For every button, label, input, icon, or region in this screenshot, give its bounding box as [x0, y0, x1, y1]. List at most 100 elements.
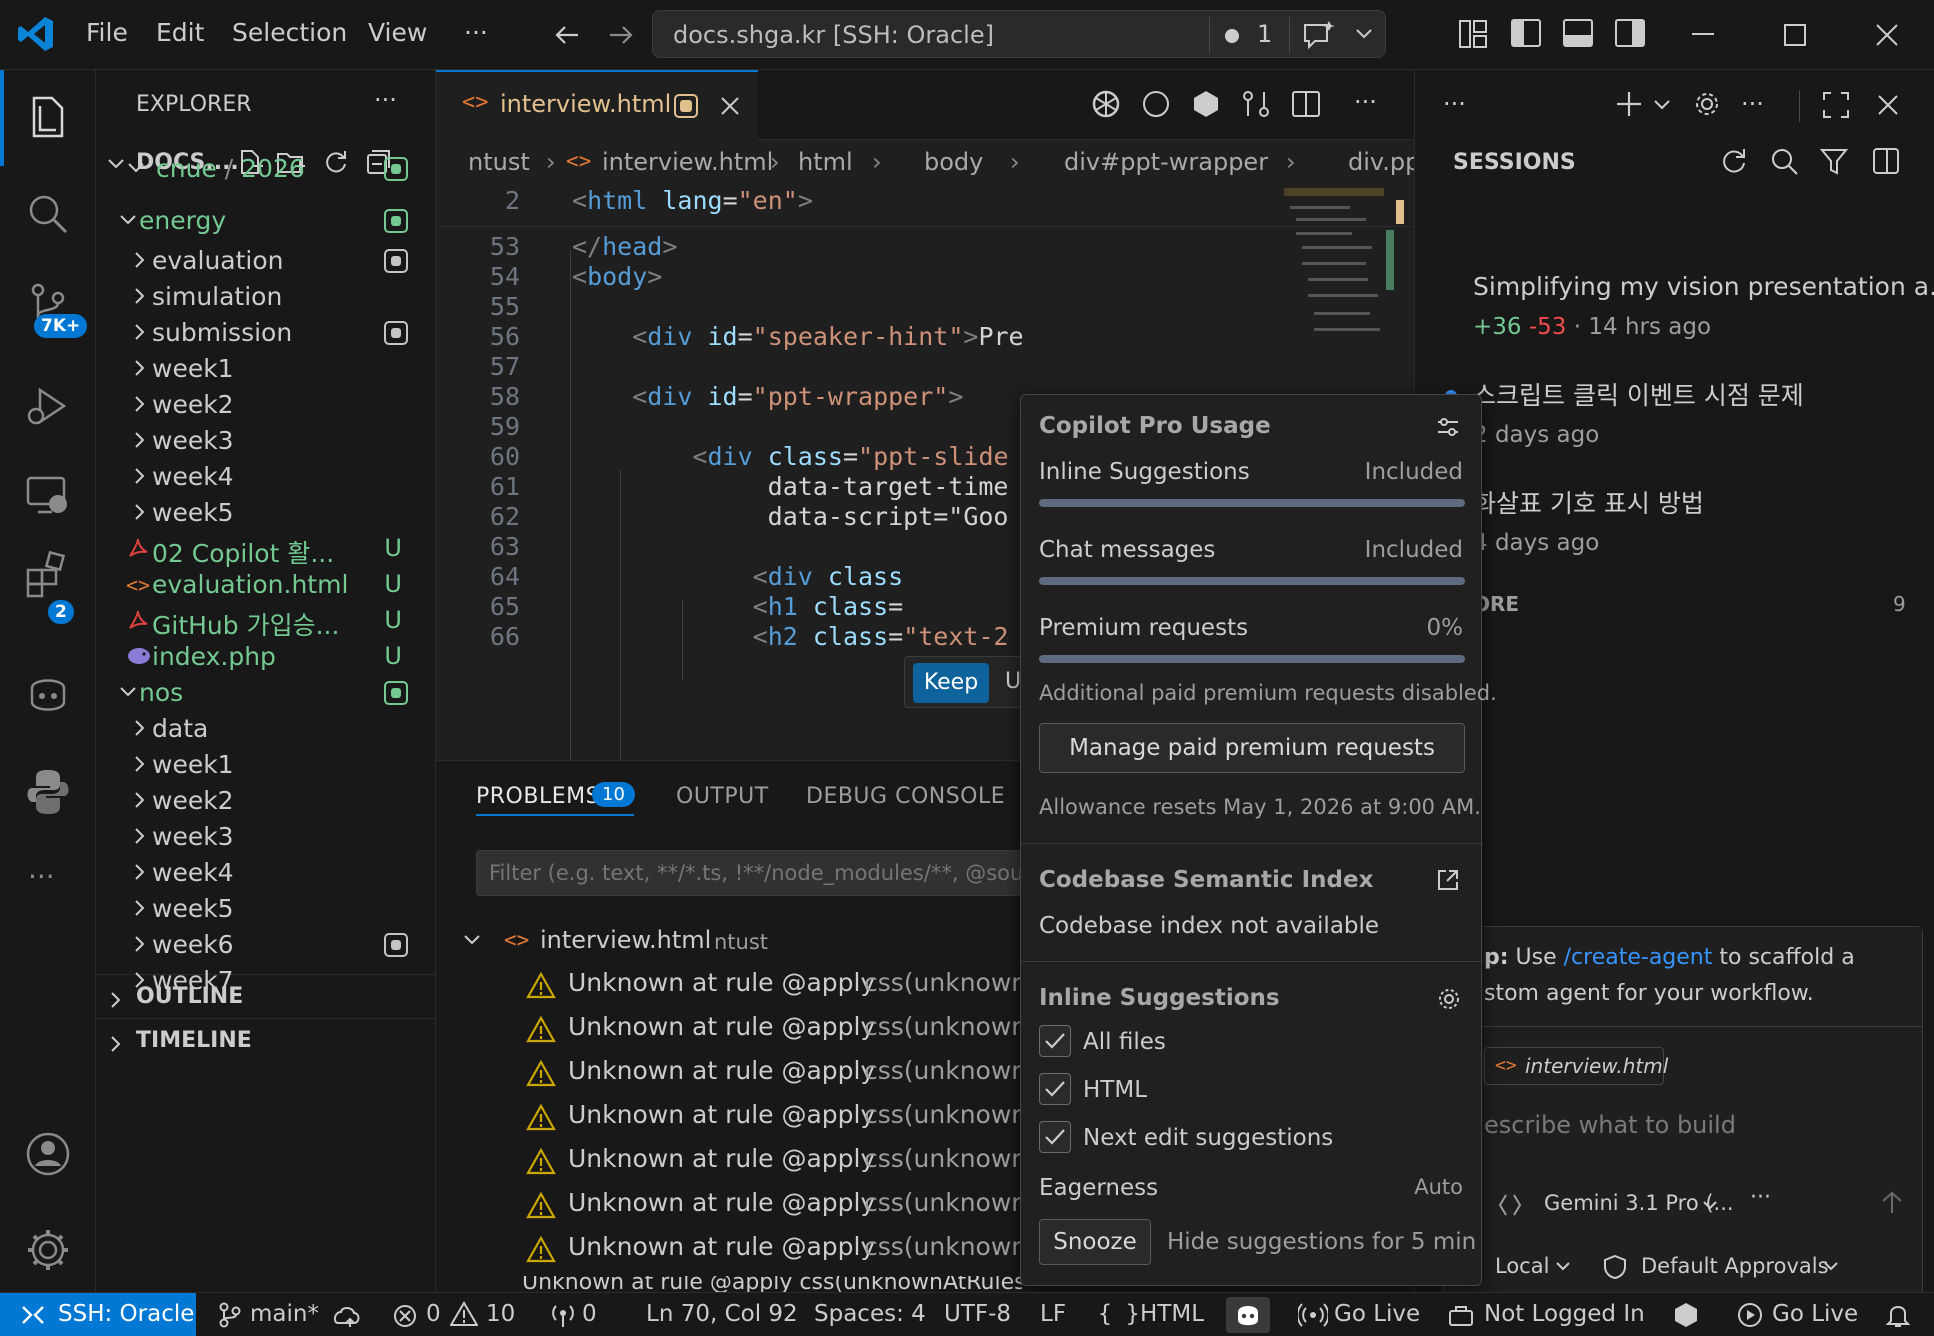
breadcrumb-div-pp[interactable]: div.pp	[1348, 148, 1414, 176]
tree-item[interactable]: evaluation	[96, 240, 436, 280]
openai-icon[interactable]	[1088, 86, 1124, 122]
session-title[interactable]: 스크립트 클릭 이벤트 시점 문제	[1473, 376, 1804, 412]
close-tab-icon[interactable]	[718, 94, 742, 118]
toggle-view-icon[interactable]	[1871, 146, 1901, 176]
maximize-icon[interactable]	[1780, 20, 1810, 50]
cursor-position[interactable]: Ln 70, Col 92	[646, 1301, 798, 1327]
breadcrumb-file[interactable]: interview.html	[602, 148, 773, 176]
breadcrumb-body[interactable]: body	[924, 148, 983, 176]
tree-item[interactable]: week1	[96, 744, 436, 784]
toggle-panel-icon[interactable]	[1562, 18, 1594, 48]
all-files-checkbox[interactable]	[1039, 1025, 1071, 1057]
broadcast-icon[interactable]	[1298, 1301, 1328, 1329]
tree-item[interactable]: energy	[96, 200, 436, 240]
tree-item[interactable]: week4	[96, 852, 436, 892]
tree-item[interactable]: week3	[96, 420, 436, 460]
explorer-more-button[interactable]: ···	[374, 86, 397, 114]
copilot-status-button[interactable]	[1226, 1297, 1270, 1333]
tree-item[interactable]: week3	[96, 816, 436, 856]
tree-item[interactable]: submission	[96, 312, 436, 352]
chevron-down-icon[interactable]	[1355, 27, 1373, 41]
tree-item[interactable]: week4	[96, 456, 436, 496]
copilot-icon[interactable]	[22, 668, 74, 720]
more-views-button[interactable]: ···	[28, 860, 55, 893]
toggle-sidebar-icon[interactable]	[1510, 18, 1542, 48]
tree-item[interactable]: week6	[96, 924, 436, 964]
minimize-icon[interactable]	[1688, 24, 1718, 44]
manage-premium-button[interactable]: Manage paid premium requests	[1039, 723, 1465, 773]
agent-icon[interactable]	[1496, 1191, 1524, 1219]
breadcrumb-div-wrapper[interactable]: div#ppt-wrapper	[1064, 148, 1268, 176]
next-edit-checkbox[interactable]	[1039, 1121, 1071, 1153]
extensions-icon[interactable]	[22, 550, 74, 602]
mode-picker[interactable]: Local	[1495, 1254, 1549, 1278]
back-arrow-icon[interactable]	[552, 20, 582, 50]
gear-icon[interactable]	[1437, 987, 1461, 1011]
tree-item[interactable]: week5	[96, 888, 436, 928]
git-branch[interactable]: main*	[250, 1301, 319, 1327]
approvals-picker[interactable]: Default Approvals	[1641, 1254, 1829, 1278]
error-count[interactable]: 0	[426, 1301, 441, 1327]
tab-interview-html[interactable]: <> interview.html	[436, 70, 758, 140]
tree-folder-cnue[interactable]: cnue / 2026	[96, 148, 436, 188]
compare-changes-icon[interactable]	[1240, 88, 1272, 120]
tab-problems[interactable]: PROBLEMS	[476, 784, 600, 809]
chevron-down-icon[interactable]	[1702, 1199, 1718, 1211]
python-icon[interactable]	[22, 766, 74, 818]
menu-file[interactable]: File	[86, 18, 128, 47]
account-status-icon[interactable]	[1446, 1301, 1476, 1329]
tree-item[interactable]: week2	[96, 780, 436, 820]
settings-sliders-icon[interactable]	[1435, 415, 1461, 439]
problems-filter-input[interactable]	[476, 850, 1036, 896]
tree-item[interactable]: week7	[96, 960, 436, 1000]
forward-arrow-icon[interactable]	[606, 20, 636, 50]
tree-item[interactable]: 02 Copilot 활... U	[96, 528, 436, 568]
chevron-down-icon[interactable]	[1555, 1260, 1571, 1272]
context-file-chip[interactable]: <> interview.html	[1484, 1047, 1668, 1085]
tree-item[interactable]: index.php U	[96, 636, 436, 676]
circle-icon[interactable]	[1140, 88, 1172, 120]
chat-prompt-input[interactable]: escribe what to build	[1484, 1111, 1736, 1139]
tree-item[interactable]: data	[96, 708, 436, 748]
tree-item[interactable]: week1	[96, 348, 436, 388]
undo-button[interactable]: U	[1005, 669, 1021, 694]
menu-more[interactable]: ···	[464, 18, 488, 47]
encoding[interactable]: UTF-8	[944, 1301, 1011, 1327]
breadcrumb-html[interactable]: html	[798, 148, 853, 176]
ports-count[interactable]: 0	[582, 1301, 597, 1327]
indentation[interactable]: Spaces: 4	[814, 1301, 926, 1327]
filter-icon[interactable]	[1819, 146, 1849, 176]
tree-item[interactable]: week5	[96, 492, 436, 532]
session-item[interactable]: Simplifying my vision presentation a...	[1415, 190, 1934, 301]
code-line[interactable]: 66 <h2 class="text-2	[436, 622, 1026, 660]
account-status[interactable]: Not Logged In	[1484, 1301, 1645, 1327]
send-arrow-icon[interactable]	[1878, 1189, 1906, 1217]
menu-selection[interactable]: Selection	[232, 18, 347, 47]
menu-view[interactable]: View	[368, 18, 427, 47]
split-editor-icon[interactable]	[1290, 88, 1322, 120]
tree-item[interactable]: GitHub 가입승... U	[96, 600, 436, 640]
warning-count[interactable]: 10	[486, 1301, 515, 1327]
customize-layout-icon[interactable]	[1458, 18, 1488, 50]
problem-file-name[interactable]: interview.html	[540, 926, 711, 954]
ports-icon[interactable]	[548, 1301, 578, 1329]
tree-item[interactable]: simulation	[96, 276, 436, 316]
tree-item[interactable]: nos	[96, 672, 436, 712]
maximize-panel-icon[interactable]	[1821, 90, 1851, 120]
command-center[interactable]: docs.shga.kr [SSH: Oracle] 1	[652, 10, 1386, 58]
refresh-icon[interactable]	[1719, 146, 1749, 176]
minimap[interactable]	[1284, 186, 1384, 386]
new-chat-icon[interactable]	[1613, 88, 1645, 120]
hexagon-icon[interactable]	[1190, 88, 1222, 120]
tab-output[interactable]: OUTPUT	[676, 784, 769, 809]
error-icon[interactable]	[392, 1303, 418, 1329]
search-icon[interactable]	[22, 188, 74, 240]
sync-cloud-icon[interactable]	[330, 1301, 362, 1329]
input-more-button[interactable]: ···	[1750, 1185, 1771, 1210]
run-debug-icon[interactable]	[22, 380, 74, 432]
toggle-secondary-sidebar-icon[interactable]	[1614, 18, 1646, 48]
gear-icon[interactable]	[1691, 88, 1723, 120]
chevron-right-icon[interactable]	[106, 1034, 126, 1054]
html-checkbox[interactable]	[1039, 1073, 1071, 1105]
remote-indicator[interactable]: SSH: Oracle	[0, 1293, 196, 1336]
